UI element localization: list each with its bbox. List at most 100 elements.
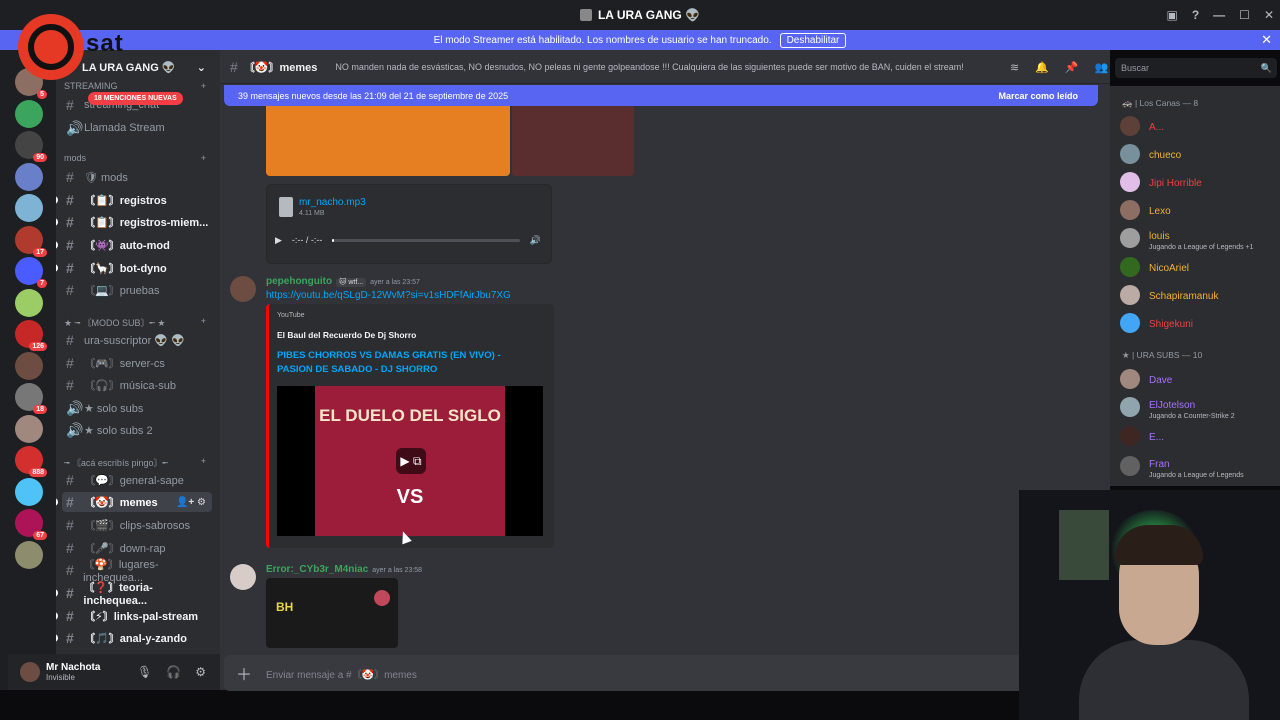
hash-icon: # <box>66 237 74 253</box>
member-item[interactable]: Lexo <box>1120 196 1280 224</box>
channel-item[interactable]: # 〘❓〙teoria-inchequea... <box>56 582 212 607</box>
new-messages-bar[interactable]: 39 mensajes nuevos desde las 21:09 del 2… <box>224 85 1098 106</box>
member-item[interactable]: Jipi Horrible <box>1120 168 1280 196</box>
channel-actions[interactable]: 👤+ ⚙ <box>176 497 206 508</box>
member-item[interactable]: E... <box>1120 422 1280 450</box>
avatar[interactable] <box>20 662 40 682</box>
channel-item[interactable]: # 〘💻〙pruebas <box>62 280 212 300</box>
close-icon[interactable]: ✕ <box>1261 32 1272 48</box>
audio-filename[interactable]: mr_nacho.mp3 <box>299 197 366 208</box>
bell-icon[interactable]: 🔔 <box>1035 61 1049 74</box>
audio-progress[interactable] <box>332 238 520 242</box>
server-icon[interactable]: 126 <box>15 320 47 351</box>
channel-item[interactable]: # 〘👾〙auto-mod <box>56 235 212 255</box>
channel-category[interactable]: ★ ╼ 〘MODO SUB〙╾ ★ + <box>64 316 206 329</box>
server-icon[interactable] <box>15 99 43 128</box>
channel-item[interactable]: # 〘🦙〙bot-dyno <box>56 258 212 278</box>
channel-item[interactable]: # 🛡 mods <box>62 167 212 187</box>
embed-title[interactable]: PIBES CHORROS VS DAMAS GRATIS (EN VIVO) … <box>277 349 537 378</box>
channel-item[interactable]: # 〘🎤〙down-rap <box>62 538 212 558</box>
channel-item[interactable]: 🔊 Llamada Stream <box>62 118 212 138</box>
add-attachment-icon[interactable]: ＋ <box>236 661 252 685</box>
disable-streamer-button[interactable]: Deshabilitar <box>779 32 847 48</box>
server-icon[interactable] <box>15 194 43 222</box>
server-icon[interactable]: 67 <box>15 509 47 540</box>
image-attachment[interactable] <box>266 106 510 176</box>
channel-item[interactable]: # 〘📋〙registros-miem... <box>56 212 212 232</box>
server-icon[interactable]: 17 <box>15 225 47 257</box>
mark-as-read-button[interactable]: Marcar como leído <box>998 91 1078 101</box>
server-icon[interactable]: 7 <box>15 257 47 288</box>
member-item[interactable]: chueco <box>1120 140 1280 168</box>
member-item[interactable]: A... <box>1120 112 1280 140</box>
channel-category[interactable]: STREAMING + <box>64 81 206 91</box>
channel-topic[interactable]: NO manden nada de esvásticas, NO desnudo… <box>335 62 963 72</box>
channel-item[interactable]: # 〘📋〙registros <box>56 190 212 210</box>
add-channel-icon[interactable]: + <box>201 81 206 91</box>
channel-item[interactable]: 🔊 ★ solo subs <box>62 398 212 418</box>
maximize-button[interactable]: ☐ <box>1239 8 1250 22</box>
microphone-icon[interactable]: 🎙 <box>137 665 152 679</box>
gear-icon[interactable]: ⚙ <box>195 665 206 679</box>
video-player[interactable]: EL DUELO DEL SIGLO VS ▶ ⧉ <box>277 386 543 536</box>
member-item[interactable]: NicoAriel <box>1120 253 1280 281</box>
member-item[interactable]: Fran Jugando a League of Legends <box>1120 452 1280 480</box>
play-icon[interactable]: ▶ ⧉ <box>396 448 426 474</box>
members-icon[interactable]: 👥 <box>1095 61 1109 74</box>
composer-placeholder[interactable]: Enviar mensaje a #〘🤡〙memes <box>266 666 417 681</box>
headphones-icon[interactable]: 🎧 <box>166 665 181 679</box>
avatar[interactable] <box>230 276 256 302</box>
add-channel-icon[interactable]: + <box>201 316 206 329</box>
mentions-pill[interactable]: 18 MENCIONES NUEVAS <box>88 92 183 105</box>
server-icon[interactable] <box>15 162 43 191</box>
channel-item[interactable]: # 〘💬〙general-sape <box>62 470 212 490</box>
server-icon[interactable]: 18 <box>15 383 47 414</box>
channel-category[interactable]: mods + <box>64 153 206 163</box>
avatar[interactable] <box>230 564 256 590</box>
channel-item[interactable]: # 〘🎵〙anal-y-zando <box>56 628 212 648</box>
channel-item[interactable]: # 〘🍄〙lugares-inchequea... <box>62 559 212 584</box>
member-name: Jipi Horrible <box>1149 178 1202 189</box>
youtube-link[interactable]: https://youtu.be/qSLgD-12WvM?si=v1sHDFfA… <box>266 290 511 301</box>
hash-icon: # <box>66 540 74 556</box>
channel-item[interactable]: # ura-suscriptor 👽 👽 <box>62 330 212 350</box>
member-item[interactable]: louis Jugando a League of Legends +1 <box>1120 224 1280 252</box>
embed-author[interactable]: El Baul del Recuerdo De Dj Shorro <box>277 330 416 340</box>
image-attachment[interactable] <box>512 106 634 176</box>
member-item[interactable]: Dave <box>1120 365 1280 393</box>
channel-item[interactable]: # 〘🎧〙música-sub <box>62 375 212 395</box>
server-icon[interactable] <box>15 288 43 317</box>
member-item[interactable]: Schapiramanuk <box>1120 281 1280 309</box>
search-input[interactable]: Buscar 🔍 <box>1115 58 1277 78</box>
volume-icon[interactable]: 🔊 <box>530 235 541 246</box>
channel-category[interactable]: ╼ 〘acá escribís pingo〙╾ + <box>64 456 206 469</box>
play-icon[interactable]: ▶ <box>275 235 282 246</box>
message-composer[interactable]: ＋ Enviar mensaje a #〘🤡〙memes 🎁 GIF <box>224 655 1094 691</box>
minimize-button[interactable]: — <box>1213 8 1225 22</box>
add-channel-icon[interactable]: + <box>201 456 206 469</box>
close-window-button[interactable]: ✕ <box>1264 8 1274 22</box>
channel-item[interactable]: # 〘🎬〙clips-sabrosos <box>62 515 212 535</box>
channel-item[interactable]: # 〘⚡〙links-pal-stream <box>56 606 212 626</box>
channel-item[interactable]: # 〘🤡〙memes 👤+ ⚙ <box>56 492 212 512</box>
server-icon[interactable] <box>15 414 43 443</box>
channel-item[interactable]: # 〘🎮〙server-cs <box>62 353 212 373</box>
server-icon[interactable]: 90 <box>15 131 47 162</box>
member-item[interactable]: ElJotelson Jugando a Counter-Strike 2 <box>1120 393 1280 421</box>
help-icon[interactable]: ? <box>1192 8 1199 22</box>
message-author[interactable]: pepehonguito 🐱 wtf... ayer a las 23:57 <box>266 276 420 287</box>
server-icon[interactable] <box>15 477 43 506</box>
server-icon[interactable] <box>15 351 43 380</box>
add-channel-icon[interactable]: + <box>201 153 206 163</box>
server-icon[interactable] <box>15 540 43 569</box>
threads-icon[interactable]: ≋ <box>1010 61 1019 74</box>
chevron-down-icon[interactable]: ⌄ <box>197 61 206 74</box>
member-item[interactable]: Shigekuni <box>1120 309 1280 337</box>
inbox-icon[interactable]: ▣ <box>1166 8 1177 22</box>
channel-item[interactable]: 🔊 ★ solo subs 2 <box>62 420 212 440</box>
gif-attachment[interactable]: BH <box>266 578 398 648</box>
pin-icon[interactable]: 📌 <box>1065 61 1079 74</box>
message-author[interactable]: Error:_CYb3r_M4niac ayer a las 23:58 <box>266 564 422 575</box>
server-icon[interactable]: 888 <box>15 446 47 477</box>
chat-area: # 〘🤡〙memes NO manden nada de esvásticas,… <box>220 50 1110 690</box>
